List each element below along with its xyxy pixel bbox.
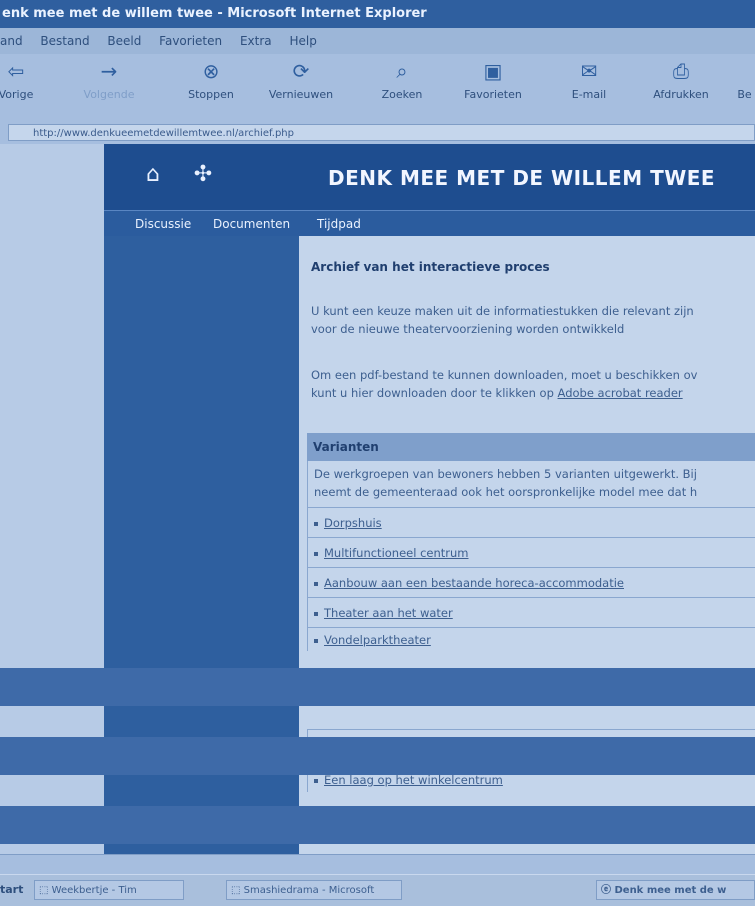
home-icon[interactable]: ⌂ [146,164,166,186]
variant-link-vondelpark[interactable]: Vondelparktheater [307,627,755,651]
favorites-button[interactable]: ▣ Favorieten [458,60,528,101]
nav-tijdpad[interactable]: Tijdpad [310,211,368,237]
taskbar-item-3[interactable]: ⓔ Denk mee met de w [596,880,755,900]
variant-link-dorpshuis[interactable]: Dorpshuis [307,507,755,537]
variant-link-multifunctioneel[interactable]: Multifunctioneel centrum [307,537,755,567]
adobe-reader-link[interactable]: Adobe acrobat reader [558,386,683,400]
bullet-icon [314,581,318,586]
taskbar-app-icon: ⬚ [231,885,244,896]
menu-item-file[interactable]: and [0,34,23,48]
bullet-icon [314,778,318,783]
varianten-description: De werkgroepen van bewoners hebben 5 var… [307,461,755,507]
window-title: enk mee met de willem twee - Microsoft I… [2,6,427,21]
variant-link-aanbouw[interactable]: Aanbouw aan een bestaande horeca-accommo… [307,567,755,597]
back-arrow-icon: ⇦ [7,59,25,83]
mail-button[interactable]: ✉ E-mail [564,60,614,101]
browser-toolbar: ⇦ Vorige → Volgende ⊗ Stoppen ⟳ Vernieuw… [0,54,755,123]
print-button[interactable]: ⎙ Afdrukken [646,60,716,101]
taskbar: tart ⬚ Weekbertje - Tim ⬚ Smashiedrama -… [0,874,755,906]
address-bar: http://www.denkueemetdewillemtwee.nl/arc… [0,122,755,145]
back-button[interactable]: ⇦ Vorige [0,60,36,101]
varianten-header: Varianten [307,433,755,461]
pdf-line-2: kunt u hier downloaden door te klikken o… [311,386,683,400]
menu-item-view[interactable]: Beeld [107,34,141,48]
ie-icon: ⓔ [601,885,615,896]
overlay-stripe [0,668,755,706]
menu-bar: and Bestand Beeld Favorieten Extra Help [0,28,755,54]
window-title-bar: enk mee met de willem twee - Microsoft I… [0,0,755,28]
menu-item-favorites[interactable]: Favorieten [159,34,222,48]
variant-link-theater-water[interactable]: Theater aan het water [307,597,755,627]
site-nav: Discussie Documenten Tijdpad [104,210,755,237]
bullet-icon [314,638,318,643]
search-icon: ⌕ [396,59,408,83]
start-button[interactable]: tart [0,880,23,900]
edit-button[interactable]: Be [734,60,755,101]
taskbar-item-1[interactable]: ⬚ Weekbertje - Tim [34,880,184,900]
stop-icon: ⊗ [202,59,220,83]
pdf-line-1: Om een pdf-bestand te kunnen downloaden,… [311,368,698,382]
intro-line-2: voor de nieuwe theatervoorziening worden… [311,322,625,336]
taskbar-app-icon: ⬚ [39,885,52,896]
refresh-button[interactable]: ⟳ Vernieuwen [266,60,336,101]
menu-item-edit[interactable]: Bestand [40,34,89,48]
site-banner: ⌂ ✣ DENK MEE MET DE WILLEM TWEE [104,144,755,210]
bullet-icon [314,551,318,556]
page-title: Archief van het interactieve proces [311,260,550,274]
print-icon: ⎙ [673,59,689,83]
search-button[interactable]: ⌕ Zoeken [372,60,432,101]
site-title: DENK MEE MET DE WILLEM TWEE [328,166,716,190]
taskbar-item-2[interactable]: ⬚ Smashiedrama - Microsoft [226,880,402,900]
bullet-icon [314,611,318,616]
menu-item-tools[interactable]: Extra [240,34,272,48]
address-input[interactable]: http://www.denkueemetdewillemtwee.nl/arc… [8,124,755,141]
forward-arrow-icon: → [100,59,118,83]
nav-discussie[interactable]: Discussie [128,211,198,237]
refresh-icon: ⟳ [292,59,310,83]
forward-button[interactable]: → Volgende [74,60,144,101]
menu-item-help[interactable]: Help [289,34,316,48]
overlay-stripe [0,806,755,844]
overlay-stripe [0,737,755,775]
intro-line-1: U kunt een keuze maken uit de informatie… [311,304,694,318]
edit-icon [734,60,755,82]
nav-documenten[interactable]: Documenten [206,211,297,237]
compass-icon[interactable]: ✣ [190,162,216,188]
favorites-icon: ▣ [483,59,503,83]
status-bar [0,854,755,875]
mail-icon: ✉ [580,59,598,83]
stop-button[interactable]: ⊗ Stoppen [180,60,242,101]
bullet-icon [314,521,318,526]
